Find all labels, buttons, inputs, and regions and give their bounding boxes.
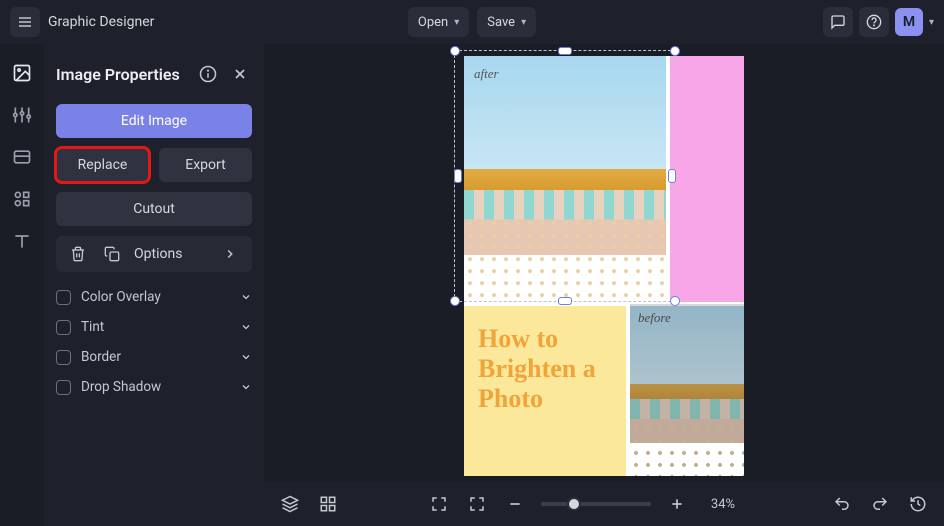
fit-icon xyxy=(430,495,448,513)
close-panel-button[interactable] xyxy=(228,62,252,86)
redo-icon xyxy=(871,495,889,513)
edit-image-button[interactable]: Edit Image xyxy=(56,104,252,138)
close-icon xyxy=(232,66,248,82)
shapes-icon xyxy=(12,189,32,209)
options-row: Options xyxy=(56,236,252,272)
cell-before-image[interactable]: before xyxy=(630,304,744,476)
layers-button[interactable] xyxy=(278,492,302,516)
minus-icon xyxy=(507,496,523,512)
grid-icon xyxy=(319,495,337,513)
rail-layout-tool[interactable] xyxy=(11,146,33,168)
zoom-in-button[interactable] xyxy=(665,492,689,516)
image-properties-panel: Image Properties Edit Image Replace Expo… xyxy=(44,44,264,526)
app-title: Graphic Designer xyxy=(48,14,154,30)
image-icon xyxy=(12,63,32,83)
edit-image-label: Edit Image xyxy=(121,113,187,129)
rail-image-tool[interactable] xyxy=(11,62,33,84)
user-avatar[interactable]: M xyxy=(895,8,923,36)
export-label: Export xyxy=(185,157,225,173)
chevron-down-icon xyxy=(240,321,252,333)
cutout-label: Cutout xyxy=(133,201,175,217)
cell-after-image[interactable]: after xyxy=(464,56,666,302)
history-icon xyxy=(909,495,927,513)
save-button[interactable]: Save ▾ xyxy=(477,7,536,37)
option-label: Border xyxy=(81,349,230,365)
chat-icon xyxy=(830,14,846,30)
info-button[interactable] xyxy=(196,62,220,86)
copy-icon xyxy=(104,246,120,262)
cutout-button[interactable]: Cutout xyxy=(56,192,252,226)
option-tint[interactable]: Tint xyxy=(56,312,252,342)
actual-size-button[interactable] xyxy=(465,492,489,516)
text-icon xyxy=(12,231,32,251)
zoom-percent[interactable]: 34% xyxy=(703,497,743,512)
rail-adjust-tool[interactable] xyxy=(11,104,33,126)
avatar-initial: M xyxy=(903,14,915,30)
open-button[interactable]: Open ▾ xyxy=(408,7,469,37)
chevron-down-icon: ▾ xyxy=(521,17,526,28)
chevron-down-icon[interactable]: ▾ xyxy=(929,17,934,28)
expand-icon xyxy=(468,495,486,513)
option-label: Drop Shadow xyxy=(81,379,230,395)
options-list: Color Overlay Tint Border Drop Shadow xyxy=(56,282,252,402)
trash-icon xyxy=(70,246,86,262)
howto-text: How to Brighten a Photo xyxy=(478,324,612,414)
chevron-down-icon: ▾ xyxy=(454,17,459,28)
option-drop-shadow[interactable]: Drop Shadow xyxy=(56,372,252,402)
option-label: Color Overlay xyxy=(81,289,230,305)
option-border[interactable]: Border xyxy=(56,342,252,372)
top-bar: Graphic Designer Open ▾ Save ▾ M ▾ xyxy=(0,0,944,44)
delete-button[interactable] xyxy=(66,242,90,266)
panel-title: Image Properties xyxy=(56,65,188,84)
export-button[interactable]: Export xyxy=(159,148,252,182)
after-caption: after xyxy=(474,66,499,82)
options-label[interactable]: Options xyxy=(134,246,208,262)
pages-grid-button[interactable] xyxy=(316,492,340,516)
chevron-down-icon xyxy=(240,381,252,393)
chevron-down-icon xyxy=(240,351,252,363)
fit-screen-button[interactable] xyxy=(427,492,451,516)
option-color-overlay[interactable]: Color Overlay xyxy=(56,282,252,312)
replace-label: Replace xyxy=(78,157,128,173)
layout-icon xyxy=(12,147,32,167)
sliders-icon xyxy=(12,105,32,125)
replace-button[interactable]: Replace xyxy=(56,148,149,182)
rail-text-tool[interactable] xyxy=(11,230,33,252)
history-button[interactable] xyxy=(906,492,930,516)
bottom-bar: 34% xyxy=(264,482,944,526)
hamburger-menu-button[interactable] xyxy=(10,7,40,37)
layers-icon xyxy=(281,495,299,513)
redo-button[interactable] xyxy=(868,492,892,516)
save-label: Save xyxy=(487,15,515,30)
feedback-button[interactable] xyxy=(823,7,853,37)
help-icon xyxy=(866,14,882,30)
plus-icon xyxy=(669,496,685,512)
info-icon xyxy=(199,65,217,83)
checkbox-icon xyxy=(56,290,71,305)
chevron-right-icon xyxy=(223,247,237,261)
cell-howto-block[interactable]: How to Brighten a Photo xyxy=(464,304,628,476)
options-expand[interactable] xyxy=(218,242,242,266)
duplicate-button[interactable] xyxy=(100,242,124,266)
rail-elements-tool[interactable] xyxy=(11,188,33,210)
tool-rail xyxy=(0,44,44,526)
zoom-thumb[interactable] xyxy=(567,497,581,511)
cell-pink-block[interactable] xyxy=(668,56,744,302)
open-label: Open xyxy=(418,15,448,30)
help-button[interactable] xyxy=(859,7,889,37)
checkbox-icon xyxy=(56,350,71,365)
checkbox-icon xyxy=(56,320,71,335)
undo-button[interactable] xyxy=(830,492,854,516)
zoom-slider[interactable] xyxy=(541,502,651,506)
before-caption: before xyxy=(638,310,671,326)
hamburger-icon xyxy=(17,14,33,30)
zoom-out-button[interactable] xyxy=(503,492,527,516)
undo-icon xyxy=(833,495,851,513)
design-page[interactable]: after How to Brighten a Photo before xyxy=(464,56,744,476)
chevron-down-icon xyxy=(240,291,252,303)
option-label: Tint xyxy=(81,319,230,335)
checkbox-icon xyxy=(56,380,71,395)
canvas-stage[interactable]: after How to Brighten a Photo before xyxy=(264,44,944,482)
